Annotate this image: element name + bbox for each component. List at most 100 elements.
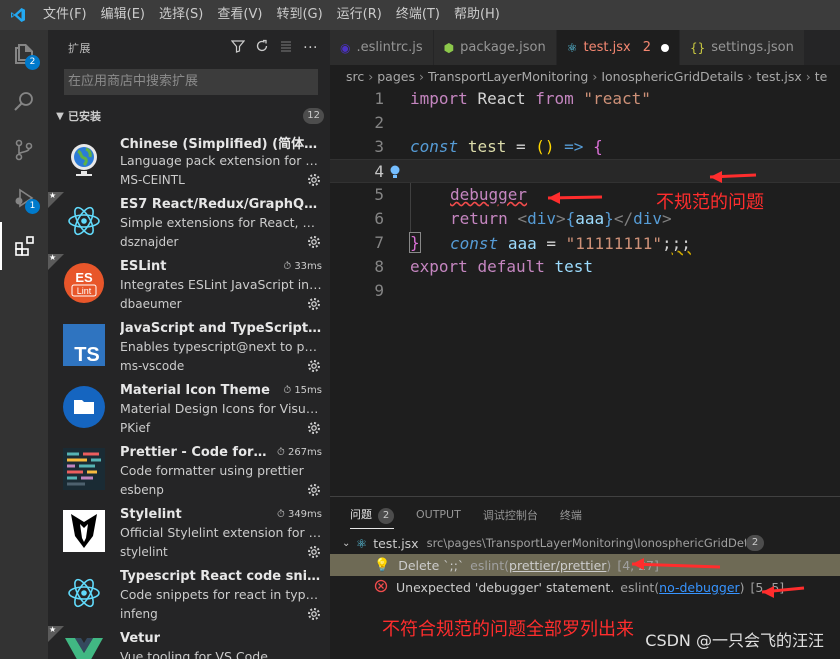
extension-name: Vetur <box>120 630 161 646</box>
react-icon <box>64 573 104 617</box>
extension-icon-wrap: ★ ES Lint <box>48 253 120 316</box>
gear-icon[interactable] <box>306 358 322 374</box>
vue-icon <box>63 634 105 659</box>
activation-time: ⏱ 33ms <box>283 260 322 272</box>
annotation-code-issues: 不规范的问题 <box>656 192 764 213</box>
installed-section-header[interactable]: ▼ 已安装 12 <box>48 105 330 127</box>
gear-icon[interactable] <box>306 606 322 622</box>
chevron-down-icon: ▼ <box>56 110 64 122</box>
extension-description: Code snippets for react in typesc... <box>120 587 322 602</box>
gear-icon[interactable] <box>306 234 322 250</box>
extension-name: ES7 React/Redux/GraphQL/R... <box>120 196 322 212</box>
explorer-icon[interactable]: 2 <box>0 30 48 78</box>
menu-item[interactable]: 转到(G) <box>269 0 329 30</box>
gear-icon[interactable] <box>306 544 322 560</box>
extension-description: Enables typescript@next to pow... <box>120 339 322 354</box>
extension-name: Material Icon Theme <box>120 382 270 398</box>
menu-item[interactable]: 帮助(H) <box>447 0 507 30</box>
annotation-arrows <box>547 171 757 204</box>
extension-item[interactable]: ★ ES Lint ESLint ⏱ 33ms Integrates ESLint Jav… <box>48 253 330 316</box>
extension-icon-wrap: TS <box>48 316 120 378</box>
refresh-icon[interactable] <box>255 39 269 56</box>
activity-bar: 2 1 <box>0 30 48 659</box>
extension-name: Typescript React code snippets <box>120 568 322 584</box>
vscode-logo-icon <box>0 0 36 30</box>
extension-publisher: MS-CEINTL <box>120 173 185 187</box>
problems-panel: 问题 2 OUTPUT 调试控制台 终端 ⌄ ⚛ test.jsx src\pag… <box>330 496 840 659</box>
extension-item[interactable]: Prettier - Code form... ⏱ 267ms Code forma… <box>48 440 330 502</box>
installed-label: 已安装 <box>68 110 101 123</box>
typescript-icon: TS <box>63 324 105 370</box>
extension-description: Official Stylelint extension for Vis... <box>120 525 322 540</box>
extension-item[interactable]: TS JavaScript and TypeScript Ni... Enables… <box>48 316 330 378</box>
react-icon <box>64 201 104 245</box>
filter-icon[interactable] <box>230 39 246 56</box>
menu-item[interactable]: 终端(T) <box>389 0 447 30</box>
svg-text:ES: ES <box>75 270 93 285</box>
extension-item[interactable]: ★ ES7 React/Redux/GraphQL/R... Simple exte… <box>48 191 330 254</box>
extension-description: Simple extensions for React, Red... <box>120 215 322 230</box>
svg-text:Lint: Lint <box>77 286 92 296</box>
extension-description: Language pack extension for Chi... <box>120 153 322 168</box>
more-actions-icon[interactable]: ··· <box>303 40 318 56</box>
extension-icon-wrap: ★ <box>48 625 120 659</box>
extension-item[interactable]: ★ Vetur Vue tooling for VS Code <box>48 625 330 659</box>
explorer-badge: 2 <box>25 55 40 70</box>
source-control-icon[interactable] <box>0 126 48 174</box>
gear-icon[interactable] <box>306 420 322 436</box>
menu-item[interactable]: 文件(F) <box>36 0 94 30</box>
installed-count-badge: 12 <box>303 108 324 124</box>
extension-publisher: stylelint <box>120 545 168 559</box>
gear-icon[interactable] <box>306 482 322 498</box>
extension-publisher: PKief <box>120 421 151 435</box>
activation-time: ⏱ 15ms <box>283 384 322 396</box>
gear-icon[interactable] <box>306 296 322 312</box>
extensions-sidebar: 扩展 ··· 在应用商店中搜索扩展 ▼ 已安装 12 Chinese (Simp… <box>48 30 330 659</box>
clock-icon: ⏱ <box>283 260 292 272</box>
watermark: CSDN @一只会飞的汪汪 <box>645 631 824 650</box>
gear-icon[interactable] <box>306 172 322 188</box>
debug-badge: 1 <box>25 199 40 214</box>
extension-name: Chinese (Simplified) (简体中... <box>120 136 322 152</box>
sidebar-title: 扩展 <box>68 41 91 55</box>
extension-description: Code formatter using prettier <box>120 463 304 478</box>
extension-description: Vue tooling for VS Code <box>120 649 268 659</box>
extension-item[interactable]: Chinese (Simplified) (简体中... Language pac… <box>48 130 330 192</box>
menu-item[interactable]: 运行(R) <box>330 0 389 30</box>
activation-time: ⏱ 267ms <box>276 446 322 458</box>
recommended-star-icon: ★ <box>48 191 64 208</box>
extension-icon-wrap <box>48 564 120 626</box>
extension-icon-wrap: ★ <box>48 191 120 254</box>
extension-search-input[interactable]: 在应用商店中搜索扩展 <box>64 69 318 95</box>
extension-name: Prettier - Code form... <box>120 444 273 460</box>
extension-item[interactable]: Stylelint ⏱ 349ms Official Stylelint exten… <box>48 502 330 564</box>
extensions-icon[interactable] <box>0 222 48 270</box>
search-icon[interactable] <box>0 78 48 126</box>
menu-item[interactable]: 选择(S) <box>152 0 210 30</box>
menu-item[interactable]: 编辑(E) <box>94 0 152 30</box>
extension-name: JavaScript and TypeScript Ni... <box>120 320 322 336</box>
sidebar-header: 扩展 ··· <box>48 30 330 65</box>
extension-publisher: esbenp <box>120 483 164 497</box>
eslint-icon: ES Lint <box>63 262 105 308</box>
activation-time: ⏱ 349ms <box>276 508 322 520</box>
editor-area: ◉ .eslintrc.js ⬢ package.json ⚛ test.jsx 2{} se… <box>330 30 840 496</box>
run-debug-icon[interactable]: 1 <box>0 174 48 222</box>
clear-icon[interactable] <box>279 39 293 56</box>
annotation-panel-issues: 不符合规范的问题全部罗列出来 <box>382 619 634 640</box>
prettier-icon <box>63 448 105 494</box>
menu-item[interactable]: 查看(V) <box>210 0 269 30</box>
clock-icon: ⏱ <box>276 446 285 458</box>
extension-icon-wrap <box>48 440 120 502</box>
recommended-star-icon: ★ <box>48 625 64 642</box>
stylelint-icon <box>63 510 105 556</box>
extension-icon-wrap <box>48 378 120 440</box>
extension-item[interactable]: Typescript React code snippets Code snipp… <box>48 564 330 626</box>
extension-item[interactable]: Material Icon Theme ⏱ 15ms Material Design… <box>48 378 330 440</box>
title-bar: 文件(F) 编辑(E) 选择(S) 查看(V) 转到(G) 运行(R) 终端(T) 帮助(H) <box>0 0 840 30</box>
extension-icon-wrap <box>48 130 120 192</box>
extension-publisher: dsznajder <box>120 235 179 249</box>
svg-text:TS: TS <box>74 344 100 366</box>
globe-icon <box>64 139 104 183</box>
extension-icon-wrap <box>48 502 120 564</box>
